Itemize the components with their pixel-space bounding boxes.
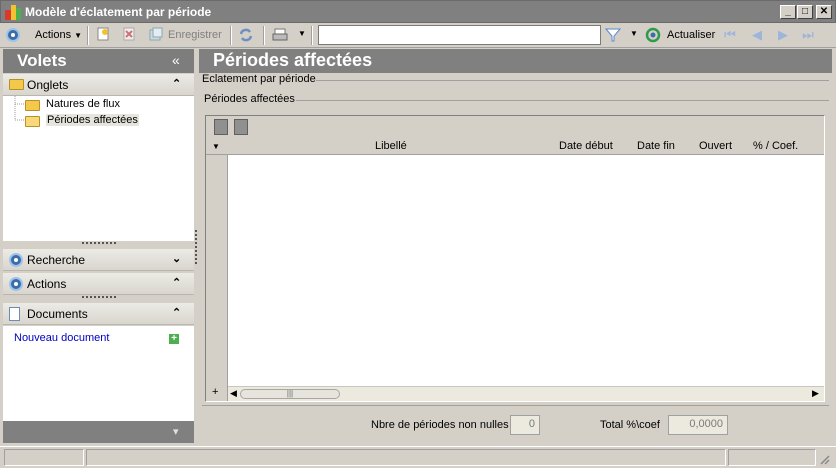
- scrollbar-thumb[interactable]: |||: [240, 389, 340, 399]
- horizontal-scrollbar[interactable]: ◀ ||| ▶: [228, 386, 824, 401]
- section-recherche-label: Recherche: [27, 253, 86, 267]
- maximize-button[interactable]: □: [797, 5, 813, 19]
- actions-menu-label: Actions: [35, 29, 72, 41]
- total-field: 0,0000: [668, 415, 728, 435]
- search-input[interactable]: [318, 25, 601, 45]
- section-actions[interactable]: Actions ⌃: [3, 273, 194, 295]
- last-record-icon[interactable]: ⏭: [800, 27, 816, 43]
- footer-panel: Nbre de périodes non nulles 0 Total %\co…: [202, 405, 829, 443]
- tabs-tree: Natures de flux Périodes affectées: [3, 96, 194, 241]
- grid-header: ▼ Libellé Date début Date fin Ouvert % /…: [206, 138, 824, 155]
- tree-item-label: Natures de flux: [46, 98, 120, 110]
- filter-icon[interactable]: [604, 27, 622, 43]
- window-title: Modèle d'éclatement par période: [25, 5, 212, 19]
- data-grid: ▼ Libellé Date début Date fin Ouvert % /…: [205, 115, 825, 402]
- title-bar: Modèle d'éclatement par période _ □ ✕: [0, 0, 836, 23]
- minimize-button[interactable]: _: [780, 5, 796, 19]
- new-document-link[interactable]: Nouveau document: [14, 332, 109, 344]
- chevron-up-icon[interactable]: ⌃: [172, 276, 181, 289]
- section-onglets[interactable]: Onglets ⌃: [3, 74, 194, 96]
- refresh-icon[interactable]: [238, 27, 254, 43]
- close-button[interactable]: ✕: [816, 5, 832, 19]
- save-icon[interactable]: [148, 27, 164, 43]
- section-recherche[interactable]: Recherche ⌄: [3, 249, 194, 271]
- group-divider: [296, 100, 829, 101]
- group-divider: [316, 80, 829, 81]
- previous-record-icon[interactable]: ◀: [749, 27, 765, 43]
- chevron-up-icon[interactable]: ⌃: [172, 306, 181, 319]
- grid-page-next-icon[interactable]: [234, 119, 248, 135]
- chevron-up-icon[interactable]: ⌃: [172, 77, 181, 90]
- main-header: Périodes affectées: [199, 49, 832, 73]
- row-gutter: +: [206, 155, 228, 401]
- folder-icon: [9, 79, 24, 90]
- toolbar-separator: [87, 26, 89, 45]
- chevron-down-icon[interactable]: ⌄: [172, 252, 181, 265]
- page-title: Périodes affectées: [213, 50, 373, 70]
- toolbar-separator: [311, 26, 313, 45]
- refresh-button[interactable]: Actualiser: [667, 29, 715, 41]
- document-icon: [9, 307, 20, 321]
- folder-icon: [25, 100, 40, 111]
- section-documents[interactable]: Documents ⌃: [3, 303, 194, 325]
- toolbar-separator: [230, 26, 232, 45]
- resize-grip-icon[interactable]: [818, 453, 830, 465]
- app-logo-icon: [5, 5, 21, 20]
- volets-collapse-button[interactable]: «: [172, 52, 180, 68]
- actions-menu-button[interactable]: Actions ▼: [35, 29, 82, 41]
- vertical-splitter[interactable]: [195, 230, 198, 264]
- volets-bottom-bar: ▾: [3, 421, 194, 443]
- actions-radio-icon: [9, 277, 23, 291]
- add-icon[interactable]: +: [169, 334, 179, 344]
- grid-toolbar: [206, 116, 824, 138]
- actions-radio-icon[interactable]: [6, 28, 20, 42]
- status-cell: [86, 449, 726, 466]
- print-dropdown-icon[interactable]: ▼: [298, 29, 306, 38]
- search-radio-icon: [9, 253, 23, 267]
- toolbar: Actions ▼ Enregistrer ▼ ▼ Actualiser ⏮ ◀…: [0, 23, 836, 48]
- section-onglets-label: Onglets: [27, 78, 69, 92]
- group-label-periodes: Périodes affectées: [204, 93, 295, 105]
- row-expander[interactable]: +: [212, 386, 218, 398]
- new-record-icon[interactable]: [95, 27, 111, 43]
- splitter-grip[interactable]: [82, 296, 116, 299]
- status-cell: [728, 449, 816, 466]
- refresh-green-icon[interactable]: [645, 27, 661, 43]
- column-header-ouvert[interactable]: Ouvert: [699, 140, 732, 152]
- column-header-libelle[interactable]: Libellé: [375, 140, 407, 152]
- column-header-pourcent-coef[interactable]: % / Coef.: [753, 140, 798, 152]
- save-button[interactable]: Enregistrer: [168, 29, 222, 41]
- first-record-icon[interactable]: ⏮: [722, 27, 738, 43]
- chevron-down-icon[interactable]: ▾: [173, 425, 179, 438]
- section-documents-label: Documents: [27, 307, 88, 321]
- column-chooser-icon[interactable]: ▼: [212, 142, 220, 151]
- grid-page-icon[interactable]: [214, 119, 228, 135]
- tree-item-label: Périodes affectées: [46, 114, 139, 126]
- column-header-date-debut[interactable]: Date début: [559, 140, 613, 152]
- splitter-grip[interactable]: [82, 242, 116, 245]
- print-icon[interactable]: [272, 27, 288, 43]
- filter-dropdown-icon[interactable]: ▼: [630, 29, 638, 38]
- volets-title: Volets: [17, 51, 67, 70]
- next-record-icon[interactable]: ▶: [775, 27, 791, 43]
- total-label: Total %\coef: [600, 419, 660, 431]
- scroll-left-icon[interactable]: ◀: [230, 388, 237, 399]
- group-label-eclatement: Eclatement par période: [202, 73, 316, 85]
- section-actions-label: Actions: [27, 277, 67, 291]
- delete-icon[interactable]: [121, 27, 137, 43]
- toolbar-separator: [263, 26, 265, 45]
- column-header-date-fin[interactable]: Date fin: [637, 140, 675, 152]
- volets-header: Volets «: [3, 49, 194, 73]
- scroll-right-icon[interactable]: ▶: [812, 388, 819, 399]
- documents-panel: Nouveau document +: [3, 326, 194, 421]
- chevron-down-icon: ▼: [74, 31, 83, 40]
- status-cell: [4, 449, 84, 466]
- folder-open-icon: [25, 116, 40, 127]
- count-field: 0: [510, 415, 540, 435]
- status-bar: [0, 446, 836, 468]
- count-label: Nbre de périodes non nulles: [371, 419, 509, 431]
